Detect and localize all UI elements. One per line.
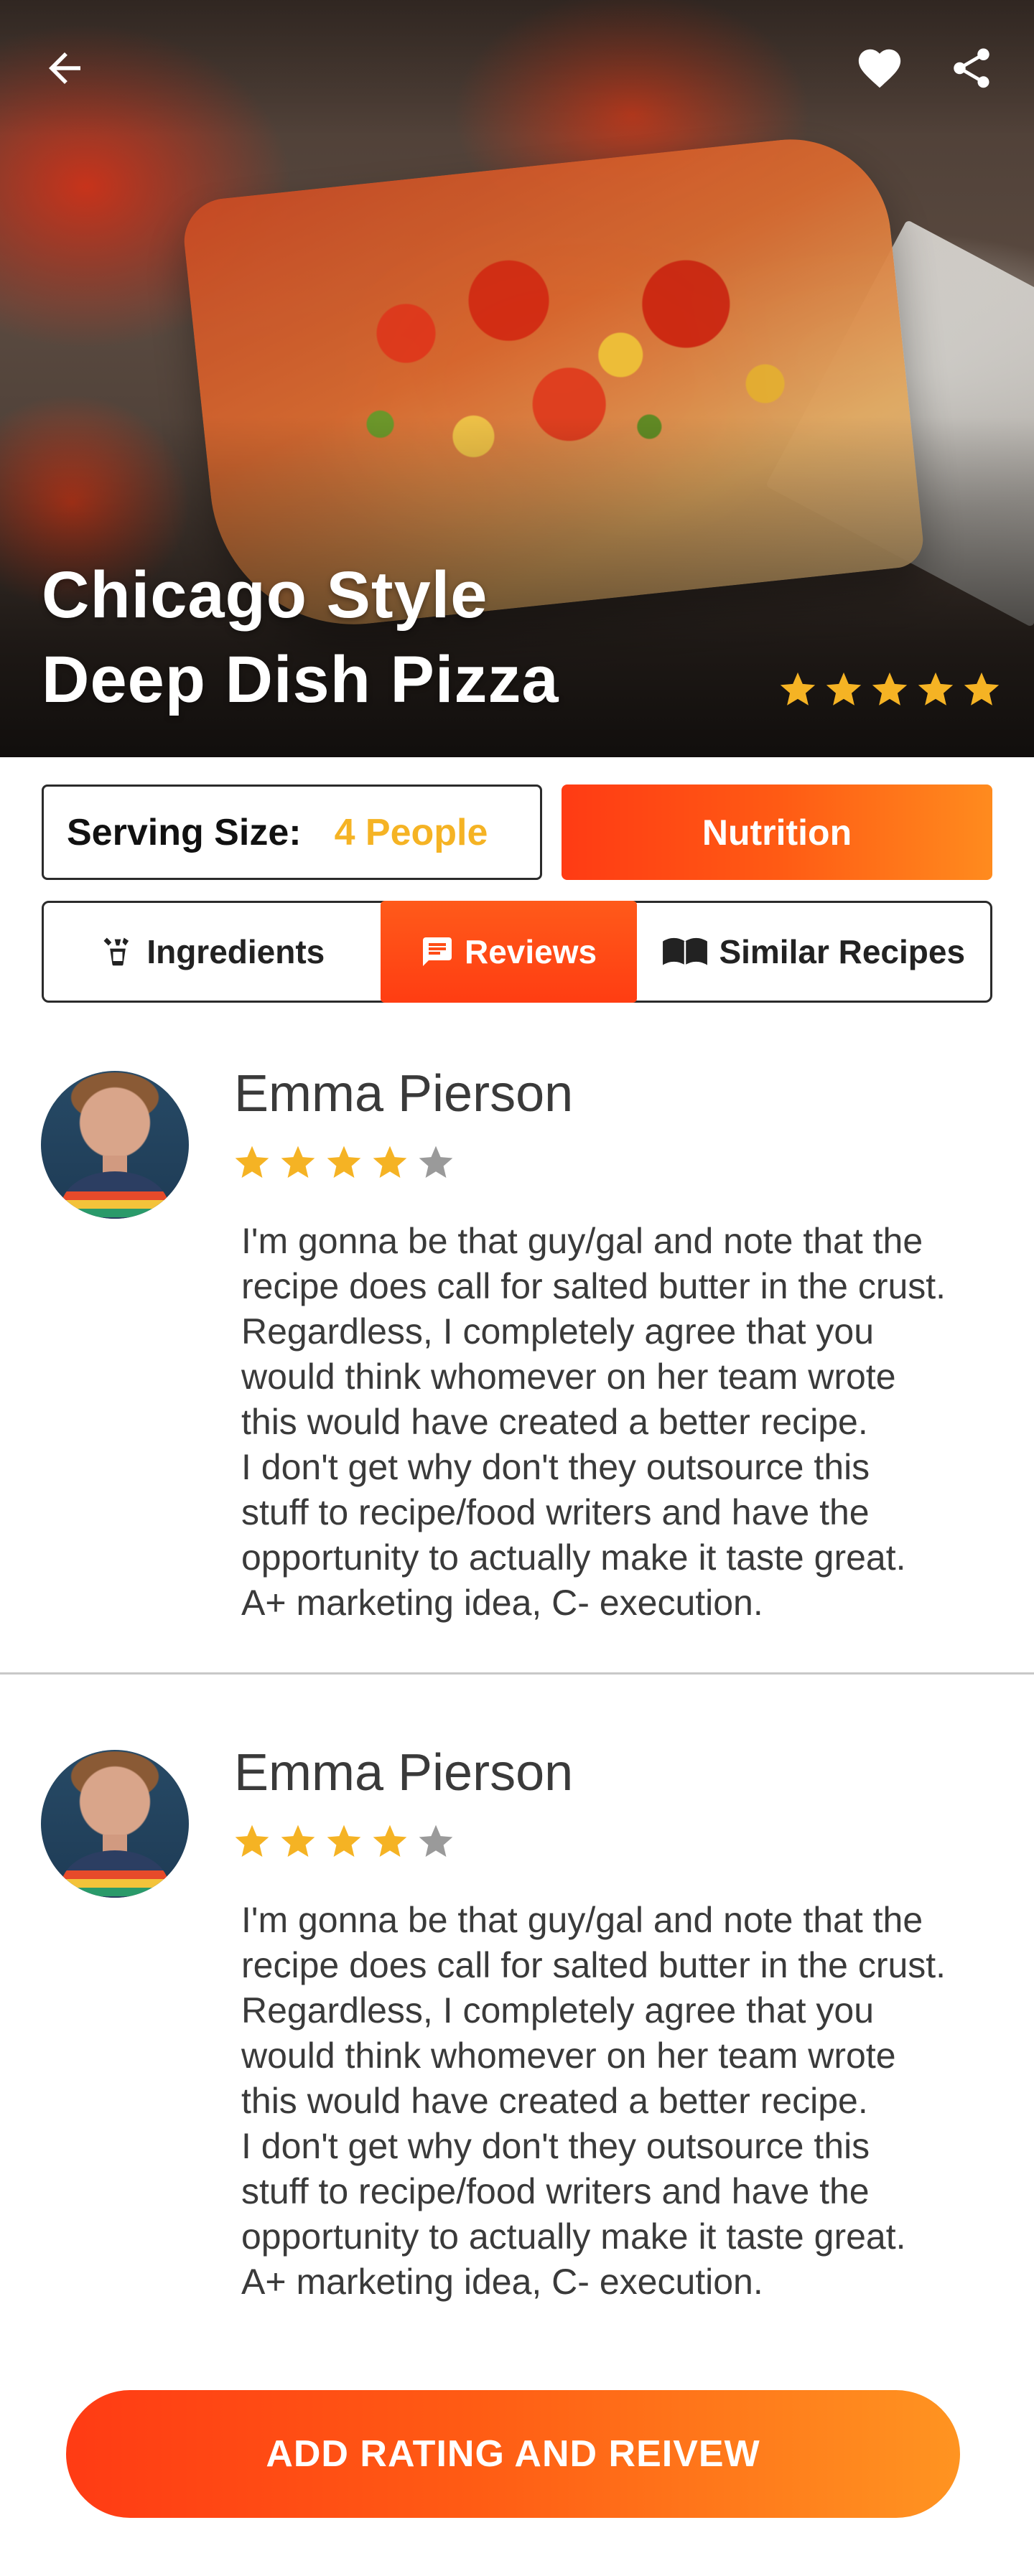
review-text-line: I don't get why don't they outsource thi… [241, 2126, 870, 2166]
avatar-body [61, 1171, 169, 1219]
review-text-line: would think whomever on her team wrote [241, 2036, 896, 2076]
share-button[interactable] [946, 43, 997, 93]
reviewer-name: Emma Pierson [234, 1065, 574, 1123]
recipe-title-line-2: Deep Dish Pizza [42, 643, 559, 716]
star-filled-icon [281, 1146, 315, 1178]
nutrition-button[interactable]: Nutrition [562, 784, 992, 880]
serving-size-selector[interactable]: Serving Size: 4 People [42, 784, 542, 880]
tab-ingredients-label: Ingredients [146, 933, 325, 970]
ingredients-icon [103, 937, 129, 966]
star-filled-icon [373, 1825, 407, 1857]
review-text-line: Regardless, I completely agree that you [241, 1990, 875, 2031]
tab-similar-recipes-label: Similar Recipes [719, 933, 966, 970]
tab-reviews[interactable]: Reviews [380, 901, 637, 1003]
arrow-left-icon [49, 52, 80, 84]
review-text-line: I don't get why don't they outsource thi… [241, 1447, 870, 1487]
review-text-line: opportunity to actually make it taste gr… [241, 1537, 906, 1578]
review-text-line: I'm gonna be that guy/gal and note that … [241, 1900, 923, 1940]
review-text-line: A+ marketing idea, C- execution. [241, 1583, 763, 1623]
recipe-title-line-1: Chicago Style [42, 558, 488, 632]
tab-reviews-label: Reviews [464, 933, 597, 970]
serving-size-value: 4 People [334, 811, 488, 853]
avatar [41, 1750, 189, 1898]
recipes-icon [663, 937, 708, 965]
star-filled-icon [964, 672, 1000, 706]
review-text-line: A+ marketing idea, C- execution. [241, 2262, 763, 2302]
heart-icon [858, 49, 901, 88]
star-filled-icon [780, 672, 816, 706]
serving-size-label: Serving Size: [67, 811, 302, 853]
review-text-line: opportunity to actually make it taste gr… [241, 2216, 906, 2257]
review-text-line: would think whomever on her team wrote [241, 1357, 896, 1397]
review-text-line: Regardless, I completely agree that you [241, 1311, 875, 1352]
share-icon [954, 48, 989, 88]
reviewer-name: Emma Pierson [234, 1744, 574, 1802]
chat-icon [422, 937, 452, 966]
back-button[interactable] [39, 43, 90, 93]
recipe-rating [777, 669, 1002, 711]
review-divider [0, 1672, 1034, 1675]
review-text: I'm gonna be that guy/gal and note that … [241, 1219, 1017, 1626]
star-filled-icon [373, 1146, 407, 1178]
star-filled-icon [235, 1825, 269, 1857]
star-filled-icon [281, 1825, 315, 1857]
star-filled-icon [327, 1825, 361, 1857]
review-text: I'm gonna be that guy/gal and note that … [241, 1898, 1017, 2305]
review-rating [232, 1143, 456, 1183]
recipe-title: Chicago Style Deep Dish Pizza [42, 553, 745, 722]
tab-ingredients[interactable]: Ingredients [44, 903, 381, 1001]
review-rating [232, 1822, 456, 1862]
review-text-line: stuff to recipe/food writers and have th… [241, 2171, 870, 2211]
recipe-hero-image: Chicago Style Deep Dish Pizza [0, 0, 1034, 757]
avatar-body [61, 1850, 169, 1898]
star-filled-icon [872, 672, 908, 706]
star-filled-icon [918, 672, 954, 706]
review-text-line: recipe does call for salted butter in th… [241, 1945, 946, 1985]
avatar [41, 1071, 189, 1219]
review-text-line: I'm gonna be that guy/gal and note that … [241, 1221, 923, 1261]
tab-similar-recipes[interactable]: Similar Recipes [637, 903, 991, 1001]
star-empty-icon [419, 1146, 453, 1178]
review-text-line: recipe does call for salted butter in th… [241, 1266, 946, 1306]
star-filled-icon [327, 1146, 361, 1178]
star-filled-icon [235, 1146, 269, 1178]
favorite-button[interactable] [854, 43, 905, 93]
star-filled-icon [826, 672, 862, 706]
recipe-tabs: Ingredients Reviews Similar Recipes [42, 901, 992, 1003]
add-rating-review-button[interactable]: ADD RATING AND REIVEW [66, 2390, 960, 2518]
review-text-line: this would have created a better recipe. [241, 2081, 868, 2121]
review-text-line: this would have created a better recipe. [241, 1402, 868, 1442]
review-text-line: stuff to recipe/food writers and have th… [241, 1492, 870, 1532]
star-empty-icon [419, 1825, 453, 1857]
